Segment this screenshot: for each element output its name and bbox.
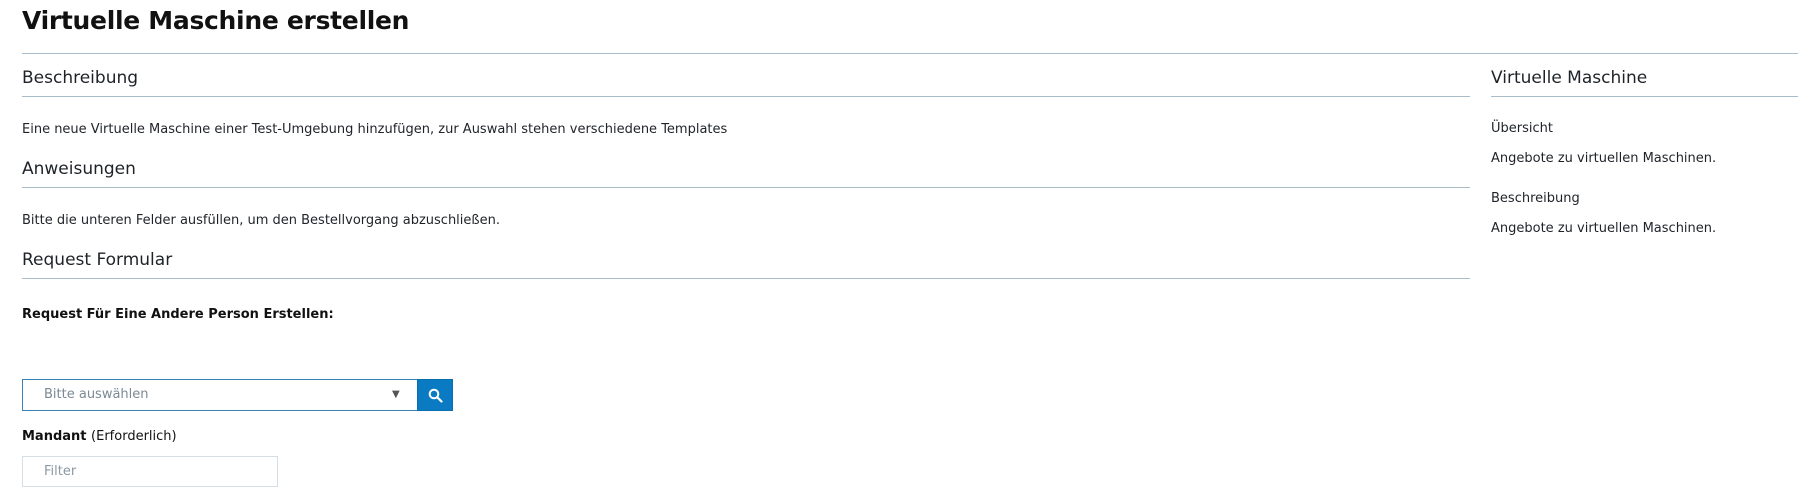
caret-down-icon: ▼ <box>392 389 400 400</box>
section-heading-request-formular: Request Formular <box>22 250 173 270</box>
mandant-label: Mandant (Erforderlich) <box>22 429 177 444</box>
section-divider <box>22 96 1470 97</box>
description-text: Eine neue Virtuelle Maschine einer Test-… <box>22 122 728 137</box>
requested-for-placeholder: Bitte auswählen <box>44 387 149 402</box>
requested-for-select[interactable]: Bitte auswählen ▼ <box>22 379 417 411</box>
section-divider <box>22 187 1470 188</box>
sidebar-item-uebersicht-description: Angebote zu virtuellen Maschinen. <box>1491 151 1717 166</box>
mandant-label-text: Mandant <box>22 429 87 444</box>
title-divider <box>22 53 1798 54</box>
sidebar-divider <box>1491 96 1798 97</box>
mandant-filter-input[interactable] <box>22 456 278 487</box>
sidebar-item-uebersicht: Übersicht <box>1491 121 1553 136</box>
requested-for-label: Request Für Eine Andere Person Erstellen… <box>22 307 334 322</box>
section-heading-anweisungen: Anweisungen <box>22 159 136 179</box>
instructions-text: Bitte die unteren Felder ausfüllen, um d… <box>22 213 500 228</box>
sidebar-item-beschreibung-description: Angebote zu virtuellen Maschinen. <box>1491 221 1717 236</box>
section-divider <box>22 278 1470 279</box>
sidebar-heading: Virtuelle Maschine <box>1491 68 1648 88</box>
search-icon <box>428 388 443 403</box>
sidebar-item-beschreibung: Beschreibung <box>1491 191 1580 206</box>
page-title: Virtuelle Maschine erstellen <box>22 6 410 35</box>
requested-for-search-button[interactable] <box>417 379 453 411</box>
section-heading-beschreibung: Beschreibung <box>22 68 139 88</box>
mandant-required-text: (Erforderlich) <box>91 429 177 444</box>
